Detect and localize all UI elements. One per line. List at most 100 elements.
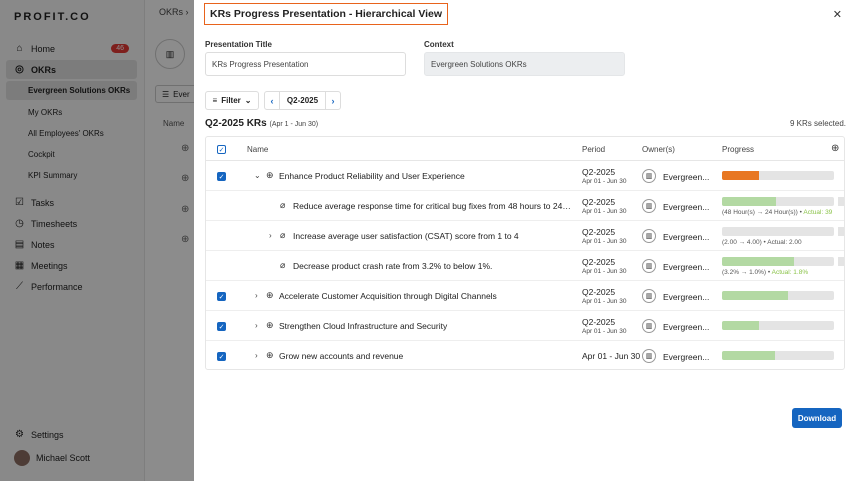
period-main: Q2-2025: [582, 227, 616, 237]
progress-actual: Actual: 1.8%: [771, 269, 809, 276]
table-header: ✓ Name Period Owner(s) Progress ⊕: [206, 137, 844, 161]
progress-bar-extra: [838, 257, 844, 266]
period-range: Apr 01 - Jun 30: [582, 178, 627, 185]
progress-detail: (48 Hour(s) → 24 Hour(s)) • Actual: 39: [722, 209, 833, 216]
objective-target-icon: ⊕: [266, 320, 274, 330]
select-all-checkbox[interactable]: ✓: [217, 145, 226, 154]
period-main: Q2-2025: [582, 287, 616, 297]
owner-name: Evergreen...: [663, 202, 710, 212]
owner-name: Evergreen...: [663, 292, 710, 302]
owner-name: Evergreen...: [663, 232, 710, 242]
period-main: Q2-2025: [582, 257, 616, 267]
download-button[interactable]: Download: [792, 408, 842, 428]
row-checkbox[interactable]: ✓: [217, 292, 226, 301]
objective-target-icon: ⊕: [266, 350, 274, 360]
key-result-icon: ⌀: [280, 200, 286, 210]
chevron-right-icon[interactable]: ›: [269, 231, 272, 240]
owner-avatar-icon: ▥: [642, 169, 656, 183]
table-row: ✓ › ⊕ Grow new accounts and revenue Apr 01 -…: [206, 341, 844, 369]
section-range: (Apr 1 - Jun 30): [269, 121, 319, 128]
owner-name: Evergreen...: [663, 172, 710, 182]
progress-fill: [722, 197, 776, 206]
chevron-right-icon[interactable]: ›: [255, 321, 258, 330]
key-result-icon: ⌀: [280, 230, 286, 240]
column-header-name: Name: [247, 145, 269, 154]
presentation-title-label: Presentation Title: [205, 40, 272, 49]
period-range: Apr 01 - Jun 30: [582, 208, 627, 215]
progress-bar: [722, 291, 834, 300]
owner-avatar-icon: ▥: [642, 289, 656, 303]
row-period: Q2-2025 Apr 01 - Jun 30: [582, 227, 626, 245]
row-name[interactable]: Grow new accounts and revenue: [279, 351, 569, 361]
section-title: Q2-2025 KRs (Apr 1 - Jun 30): [205, 118, 318, 129]
progress-bar: [722, 227, 834, 236]
chevron-right-icon[interactable]: ›: [255, 291, 258, 300]
row-period: Q2-2025 Apr 01 - Jun 30: [582, 317, 626, 335]
owner-avatar-icon: ▥: [642, 259, 656, 273]
progress-bar: [722, 171, 834, 180]
progress-bar: [722, 321, 834, 330]
period-range: Apr 01 - Jun 30: [582, 328, 627, 335]
row-name[interactable]: Accelerate Customer Acquisition through …: [279, 291, 569, 301]
row-name[interactable]: Reduce average response time for critica…: [293, 201, 573, 211]
period-range: Apr 01 - Jun 30: [582, 268, 627, 275]
progress-bar-extra: [838, 227, 844, 236]
progress-range: (48 Hour(s) → 24 Hour(s)): [722, 209, 798, 216]
row-period: Q2-2025 Apr 01 - Jun 30: [582, 167, 626, 185]
table-row: › ⌀ Increase average user satisfaction (CS…: [206, 221, 844, 251]
progress-bar: [722, 257, 834, 266]
row-name[interactable]: Increase average user satisfaction (CSAT…: [293, 231, 573, 241]
progress-fill: [722, 291, 789, 300]
period-value: Q2-2025: [279, 92, 326, 109]
close-icon[interactable]: ✕: [833, 8, 842, 21]
table-row: ✓ › ⊕ Strengthen Cloud Infrastructure and S…: [206, 311, 844, 341]
owner-name: Evergreen...: [663, 322, 710, 332]
owner-name: Evergreen...: [663, 262, 710, 272]
period-main: Apr 01 - Jun 30: [582, 351, 641, 361]
owner-name: Evergreen...: [663, 352, 710, 362]
progress-fill: [722, 321, 759, 330]
row-name[interactable]: Decrease product crash rate from 3.2% to…: [293, 261, 573, 271]
row-checkbox[interactable]: ✓: [217, 172, 226, 181]
chevron-down-icon[interactable]: ⌄: [254, 171, 261, 180]
chevron-right-icon[interactable]: ›: [326, 96, 340, 106]
table-row: ✓ › ⊕ Accelerate Customer Acquisition throu…: [206, 281, 844, 311]
owner-avatar-icon: ▥: [642, 199, 656, 213]
row-checkbox[interactable]: ✓: [217, 352, 226, 361]
row-name[interactable]: Strengthen Cloud Infrastructure and Secu…: [279, 321, 569, 331]
row-period: Q2-2025 Apr 01 - Jun 30: [582, 287, 626, 305]
owner-avatar-icon: ▥: [642, 319, 656, 333]
row-checkbox[interactable]: ✓: [217, 322, 226, 331]
progress-fill: [722, 257, 794, 266]
kr-table: ✓ Name Period Owner(s) Progress ⊕ ✓ ⌄ ⊕ Enh…: [205, 136, 845, 370]
row-period: Q2-2025 Apr 01 - Jun 30: [582, 197, 626, 215]
modal-title: KRs Progress Presentation - Hierarchical…: [204, 3, 449, 25]
row-name[interactable]: Enhance Product Reliability and User Exp…: [279, 171, 569, 181]
column-header-progress: Progress: [722, 145, 755, 154]
progress-detail: (3.2% → 1.0%) • Actual: 1.8%: [722, 269, 809, 276]
progress-bar: [722, 351, 834, 360]
context-field: Evergreen Solutions OKRs: [424, 52, 625, 76]
progress-bar-extra: [838, 197, 844, 206]
row-period: Apr 01 - Jun 30: [582, 351, 640, 361]
presentation-title-input[interactable]: KRs Progress Presentation: [205, 52, 406, 76]
column-header-period: Period: [582, 145, 606, 154]
progress-range: (2.00 → 4.00) • Actual: 2.00: [722, 239, 802, 246]
owner-avatar-icon: ▥: [642, 229, 656, 243]
owner-avatar-icon: ▥: [642, 349, 656, 363]
filter-button[interactable]: ≡ Filter ⌄: [205, 91, 259, 110]
context-label: Context: [424, 40, 454, 49]
period-range: Apr 01 - Jun 30: [582, 298, 627, 305]
section-title-text: Q2-2025 KRs: [205, 118, 267, 129]
chevron-left-icon[interactable]: ‹: [265, 96, 279, 106]
period-main: Q2-2025: [582, 317, 616, 327]
add-column-icon[interactable]: ⊕: [831, 143, 839, 154]
chevron-right-icon[interactable]: ›: [255, 351, 258, 360]
period-main: Q2-2025: [582, 167, 616, 177]
progress-fill: [722, 351, 775, 360]
presentation-modal: KRs Progress Presentation - Hierarchical…: [194, 0, 856, 481]
selected-count: 9 KRs selected.: [789, 119, 846, 128]
progress-detail: (2.00 → 4.00) • Actual: 2.00: [722, 239, 802, 246]
column-header-owners: Owner(s): [642, 145, 675, 154]
period-range: Apr 01 - Jun 30: [582, 238, 627, 245]
